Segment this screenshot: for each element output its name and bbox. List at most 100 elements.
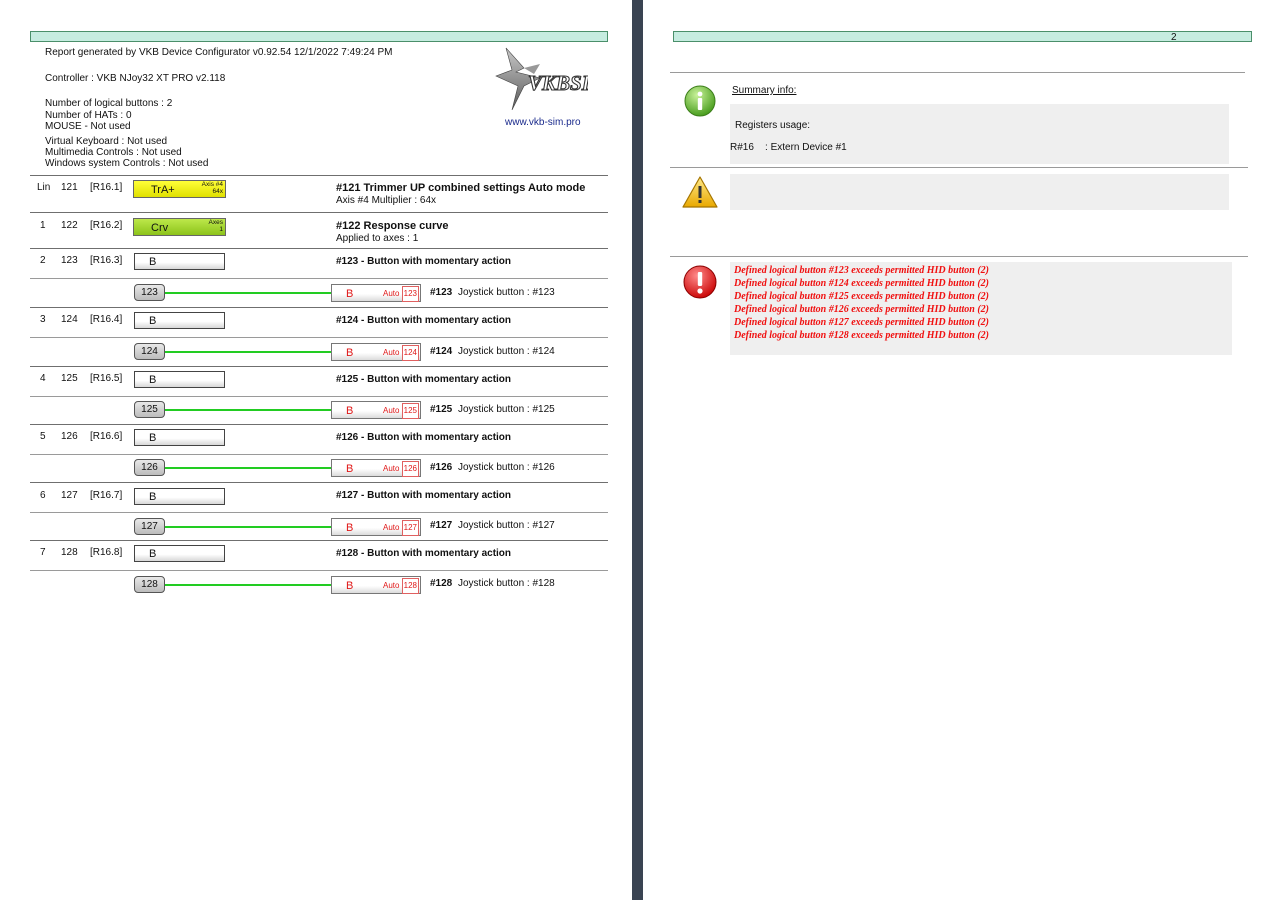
row-title: #123 - Button with momentary action [336, 256, 512, 267]
button-type-box: B [134, 312, 225, 329]
row-separator [30, 307, 608, 308]
error-message: Defined logical button #125 exceeds perm… [734, 291, 989, 302]
vkb-logo: VKBSIM [495, 47, 588, 110]
link-line [165, 292, 332, 294]
trimmer-box-label: TrA+ [151, 184, 175, 196]
row-id: 122 [61, 220, 78, 231]
joystick-button-desc: Joystick button : #123 [458, 287, 555, 298]
info-mouse: MOUSE - Not used [45, 121, 131, 132]
row-id: 124 [61, 314, 78, 325]
error-message: Defined logical button #124 exceeds perm… [734, 278, 989, 289]
row-register: [R16.5] [90, 373, 123, 384]
row-id: 128 [61, 547, 78, 558]
row-separator [30, 366, 608, 367]
joystick-button-box: B Auto 124 [331, 343, 421, 361]
row-subtitle: Axis #4 Multiplier : 64x [336, 195, 437, 206]
row-separator [30, 570, 608, 571]
row-register: [R16.6] [90, 431, 123, 442]
curve-box-label: Crv [151, 222, 169, 234]
row-id: 127 [61, 490, 78, 501]
logical-button-pill: 128 [134, 576, 165, 593]
row-number: 3 [40, 314, 46, 325]
row-separator [30, 212, 608, 213]
row-separator [30, 278, 608, 279]
trimmer-box-sub: Axis #4 64x [201, 181, 223, 195]
link-line [165, 409, 332, 411]
row-title: #124 - Button with momentary action [336, 315, 512, 326]
button-type-box: B [134, 488, 225, 505]
joystick-button-desc: Joystick button : #124 [458, 346, 555, 357]
joystick-button-id: #128 [430, 578, 453, 589]
row-separator [30, 248, 608, 249]
joystick-button-id: #124 [430, 346, 453, 357]
joystick-button-desc: Joystick button : #127 [458, 520, 555, 531]
row-separator [30, 424, 608, 425]
logical-button-pill: 124 [134, 343, 165, 360]
page-gap [632, 0, 643, 900]
error-message: Defined logical button #123 exceeds perm… [734, 265, 989, 276]
page-header-bar [673, 31, 1252, 42]
logical-button-pill: 125 [134, 401, 165, 418]
row-register: [R16.4] [90, 314, 123, 325]
row-number: 4 [40, 373, 46, 384]
warning-icon [682, 176, 718, 208]
info-multimedia: Multimedia Controls : Not used [45, 147, 182, 158]
logical-button-pill: 126 [134, 459, 165, 476]
row-title: #127 - Button with momentary action [336, 490, 512, 501]
report-generated-line: Report generated by VKB Device Configura… [45, 47, 393, 58]
info-windows-controls: Windows system Controls : Not used [45, 158, 209, 169]
row-title: #126 - Button with momentary action [336, 432, 512, 443]
link-line [165, 351, 332, 353]
report-page-1: Report generated by VKB Device Configura… [0, 0, 632, 900]
row-separator [30, 512, 608, 513]
row-title: #122 Response curve [336, 220, 449, 232]
section-separator [670, 256, 1248, 257]
section-separator [670, 167, 1248, 168]
logo-text: VKBSIM [528, 71, 588, 95]
error-message: Defined logical button #126 exceeds perm… [734, 304, 989, 315]
button-type-box: B [134, 371, 225, 388]
error-message: Defined logical button #127 exceeds perm… [734, 317, 989, 328]
button-type-box: B [134, 545, 225, 562]
button-type-box: B [134, 253, 225, 270]
link-line [165, 526, 332, 528]
row-separator [30, 454, 608, 455]
info-logical-buttons: Number of logical buttons : 2 [45, 98, 173, 109]
link-line [165, 467, 332, 469]
registers-label: Registers usage: [735, 120, 811, 131]
row-title: #128 - Button with momentary action [336, 548, 512, 559]
page-number: 2 [1171, 32, 1177, 43]
row-subtitle: Applied to axes : 1 [336, 233, 419, 244]
curve-box: Crv Axes 1 [133, 218, 226, 236]
joystick-button-box: B Auto 128 [331, 576, 421, 594]
row-register: [R16.8] [90, 547, 123, 558]
row-separator [30, 175, 608, 176]
logical-button-pill: 123 [134, 284, 165, 301]
website-link[interactable]: www.vkb-sim.pro [505, 117, 581, 128]
row-separator [30, 482, 608, 483]
row-id: 125 [61, 373, 78, 384]
report-page-2: 2 Summary info: Registers usage: R#16 : … [643, 0, 1277, 900]
row-register: [R16.2] [90, 220, 123, 231]
row-title: #121 Trimmer UP combined settings Auto m… [336, 182, 586, 194]
row-number: 2 [40, 255, 46, 266]
joystick-button-desc: Joystick button : #128 [458, 578, 555, 589]
joystick-button-desc: Joystick button : #126 [458, 462, 555, 473]
summary-title: Summary info: [732, 85, 797, 96]
row-number: 6 [40, 490, 46, 501]
row-title: #125 - Button with momentary action [336, 374, 512, 385]
logical-button-pill: 127 [134, 518, 165, 535]
button-type-box: B [134, 429, 225, 446]
row-number: 1 [40, 220, 46, 231]
error-icon [683, 265, 717, 299]
link-line [165, 584, 332, 586]
row-separator [30, 396, 608, 397]
curve-box-sub: Axes 1 [208, 219, 223, 233]
section-separator [670, 72, 1245, 73]
summary-panel [730, 104, 1229, 164]
joystick-button-id: #125 [430, 404, 453, 415]
joystick-button-id: #123 [430, 287, 453, 298]
joystick-button-box: B Auto 125 [331, 401, 421, 419]
row-id: 121 [61, 182, 78, 193]
row-number: Lin [37, 182, 51, 193]
